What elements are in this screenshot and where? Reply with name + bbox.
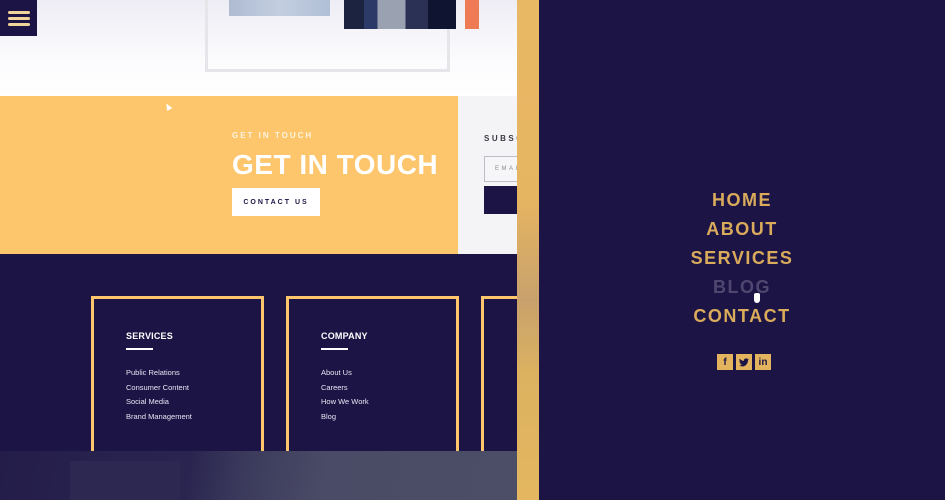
cta-title: GET IN TOUCH	[232, 149, 439, 180]
footer-column-company: COMPANY About Us Careers How We Work Blo…	[286, 296, 459, 466]
footer-column-title: COMPANY	[321, 331, 368, 341]
footer: SERVICES Public Relations Consumer Conte…	[0, 254, 540, 466]
footer-link[interactable]: Blog	[321, 410, 369, 425]
social-links: f in	[717, 354, 771, 370]
footer-link[interactable]: Careers	[321, 381, 369, 396]
title-underline	[321, 348, 348, 350]
image-shadow	[70, 461, 180, 500]
footer-link[interactable]: Consumer Content	[126, 381, 192, 396]
hamburger-icon	[7, 16, 30, 20]
hamburger-icon	[7, 10, 30, 14]
hero-accent-block	[465, 0, 479, 29]
website-page: GET IN TOUCH GET IN TOUCH CONTACT US SUB…	[0, 0, 540, 500]
overlay-edge-strip	[517, 0, 539, 500]
footer-link[interactable]: Public Relations	[126, 366, 192, 381]
hero-section	[0, 0, 540, 96]
footer-column-services: SERVICES Public Relations Consumer Conte…	[91, 296, 264, 466]
hamburger-menu-button[interactable]	[0, 0, 37, 36]
contact-us-button[interactable]: CONTACT US	[232, 188, 320, 216]
nav-item-about[interactable]: ABOUT	[539, 215, 945, 244]
overlay-nav: HOME ABOUT SERVICES BLOG CONTACT	[539, 186, 945, 331]
hero-image-sky	[229, 0, 330, 16]
nav-item-services[interactable]: SERVICES	[539, 244, 945, 273]
nav-item-home[interactable]: HOME	[539, 186, 945, 215]
footer-link[interactable]: How We Work	[321, 395, 369, 410]
hand-cursor-icon	[754, 293, 760, 303]
linkedin-icon[interactable]: in	[755, 354, 771, 370]
footer-column-title: SERVICES	[126, 331, 173, 341]
footer-link[interactable]: About Us	[321, 366, 369, 381]
hero-image-people	[344, 0, 456, 29]
nav-item-blog[interactable]: BLOG	[539, 273, 945, 302]
hamburger-icon	[7, 22, 30, 26]
footer-link[interactable]: Social Media	[126, 395, 192, 410]
get-in-touch-section: GET IN TOUCH GET IN TOUCH CONTACT US	[0, 96, 458, 254]
cta-eyebrow: GET IN TOUCH	[232, 131, 314, 140]
nav-item-contact[interactable]: CONTACT	[539, 302, 945, 331]
title-underline	[126, 348, 153, 350]
bottom-background-image	[0, 451, 540, 500]
twitter-bird-glyph	[739, 357, 749, 366]
facebook-icon[interactable]: f	[717, 354, 733, 370]
twitter-icon[interactable]	[736, 354, 752, 370]
fullscreen-menu-overlay: HOME ABOUT SERVICES BLOG CONTACT f in	[539, 0, 945, 500]
footer-link[interactable]: Brand Management	[126, 410, 192, 425]
